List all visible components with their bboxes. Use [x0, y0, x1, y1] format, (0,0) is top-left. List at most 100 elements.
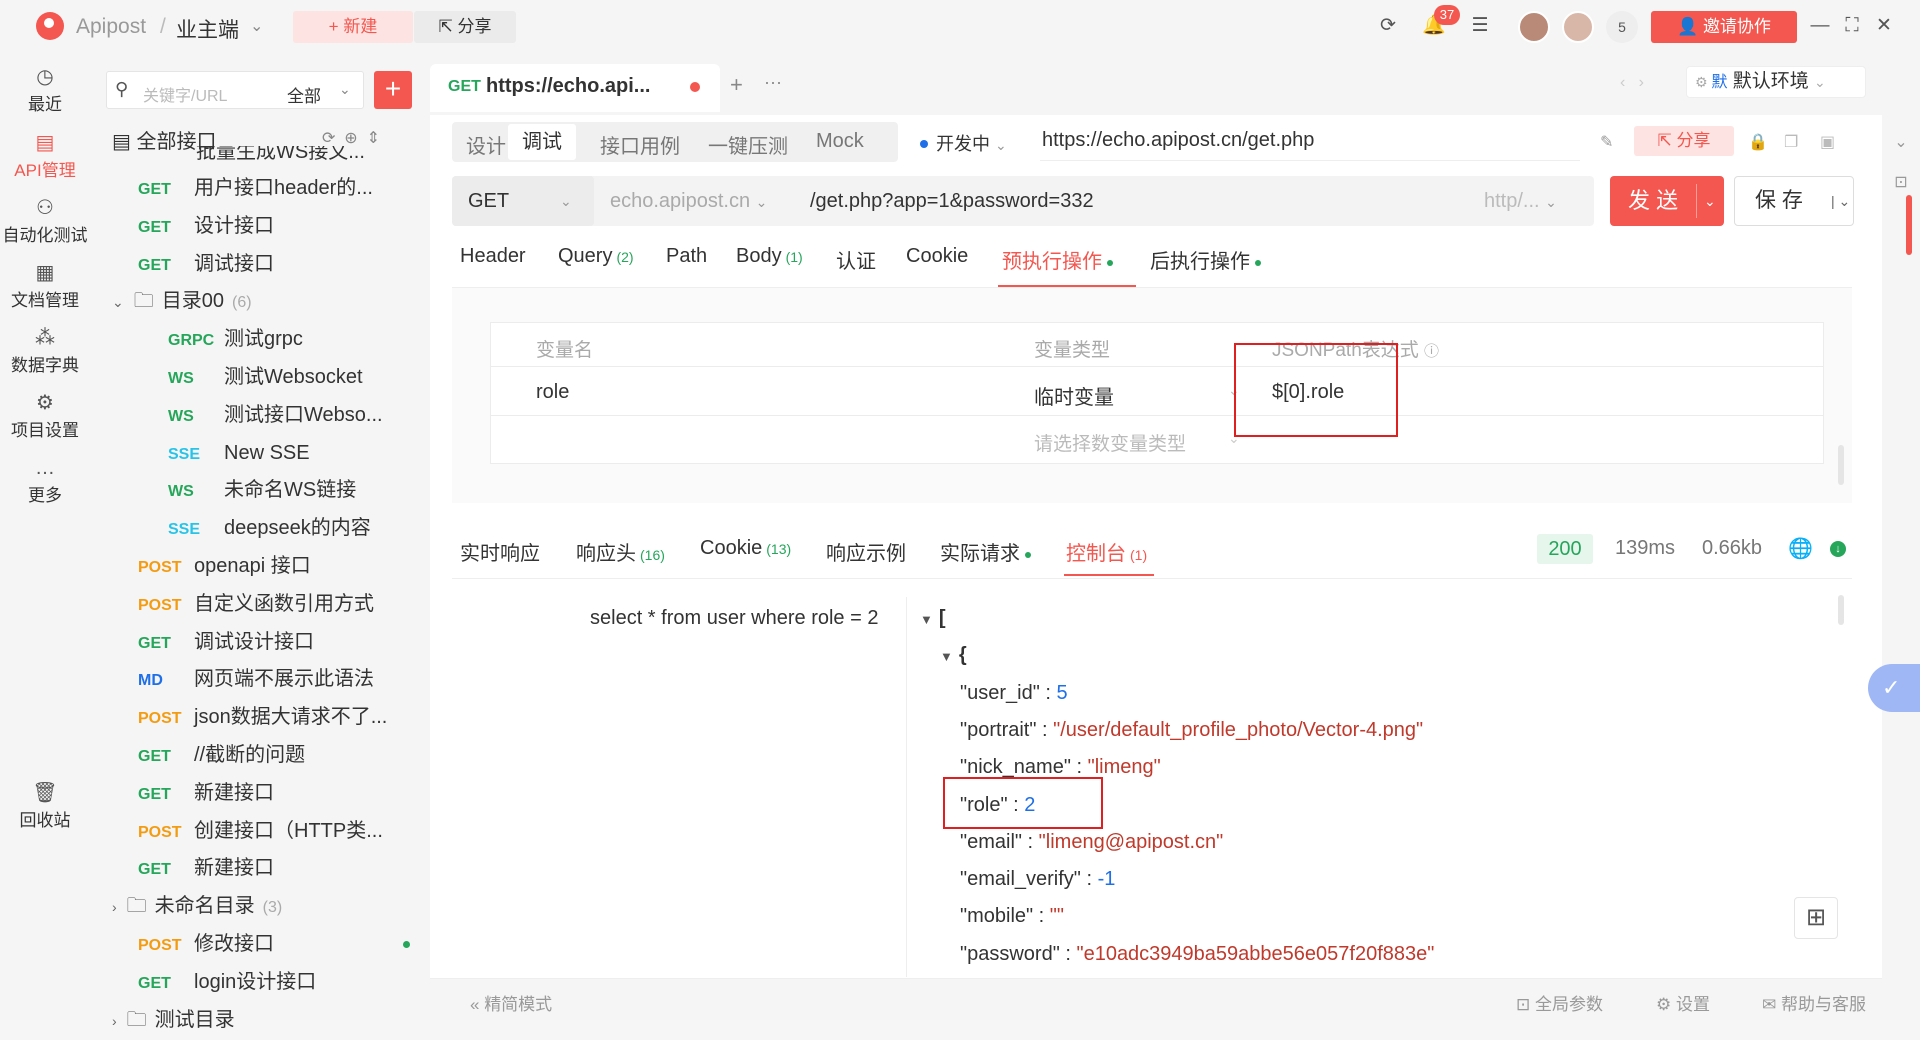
- var-type-placeholder[interactable]: 请选择数变量类型: [1034, 429, 1186, 456]
- close-icon[interactable]: ✕: [1872, 14, 1896, 38]
- lock-icon[interactable]: 🔒: [1748, 132, 1768, 152]
- global-params-button[interactable]: ⊡ 全局参数: [1516, 990, 1603, 1015]
- tree-item[interactable]: GET //截断的问题: [138, 737, 410, 774]
- layout-icon[interactable]: ⊞: [1794, 897, 1838, 939]
- tree-item[interactable]: GET 调试接口: [138, 246, 410, 283]
- add-tab-icon[interactable]: +: [730, 72, 743, 98]
- mode-tab[interactable]: Mock: [816, 130, 864, 153]
- tree-item[interactable]: WS 未命名WS链接: [168, 472, 410, 509]
- response-tab[interactable]: 实时响应: [460, 537, 540, 566]
- tree-item[interactable]: POST 修改接口: [138, 926, 410, 963]
- simple-mode-button[interactable]: « 精简模式: [470, 990, 552, 1015]
- param-tab[interactable]: 后执行操作: [1150, 245, 1261, 274]
- tree-item[interactable]: POST json数据大请求不了...: [138, 699, 410, 736]
- help-icon[interactable]: ⓘ: [1424, 343, 1439, 360]
- mode-tab[interactable]: 接口用例: [600, 130, 680, 159]
- var-type-select[interactable]: 临时变量: [1034, 381, 1114, 410]
- tree-item[interactable]: GRPC 测试grpc: [168, 321, 410, 358]
- settings-button[interactable]: ⚙ 设置: [1656, 990, 1710, 1015]
- edit-icon[interactable]: ✎: [1600, 132, 1613, 152]
- nav-item-clock[interactable]: ◷ 最近: [0, 64, 90, 115]
- param-tab[interactable]: 预执行操作: [1002, 245, 1113, 274]
- avatar[interactable]: [1562, 11, 1594, 43]
- add-api-button[interactable]: +: [374, 71, 412, 109]
- send-button[interactable]: 发 送 ⌄: [1610, 176, 1724, 226]
- more-tabs-icon[interactable]: ···: [764, 72, 782, 93]
- help-button[interactable]: ✉ 帮助与客服: [1762, 990, 1866, 1015]
- environment-select[interactable]: ⚙ 默 默认环境 ⌄: [1686, 66, 1866, 98]
- response-tab[interactable]: 控制台 (1): [1066, 537, 1147, 566]
- url-path-input[interactable]: /get.php?app=1&password=332: [810, 190, 1094, 213]
- new-button[interactable]: + 新建: [293, 11, 413, 43]
- nav-item-more[interactable]: … 更多: [0, 455, 90, 506]
- mode-tab[interactable]: 一键压测: [708, 130, 788, 159]
- chevron-right-icon[interactable]: ›: [112, 899, 117, 915]
- code-icon[interactable]: ⊡: [1888, 170, 1914, 196]
- param-tab[interactable]: Query (2): [558, 245, 634, 268]
- tree-folder[interactable]: › 🗀 测试目录: [112, 1002, 410, 1039]
- param-tab[interactable]: Path: [666, 245, 707, 268]
- list-icon[interactable]: ☰: [1468, 14, 1492, 38]
- tree-item[interactable]: GET 用户接口header的...: [138, 170, 410, 207]
- method-select[interactable]: GET ⌄: [452, 176, 594, 226]
- tab-nav-arrows[interactable]: ‹ ›: [1620, 74, 1644, 92]
- response-tab[interactable]: 响应头 (16): [576, 537, 665, 566]
- nav-item-trash[interactable]: 🗑 回收站: [0, 780, 90, 831]
- nav-item-settings[interactable]: ⚙ 项目设置: [0, 390, 90, 441]
- member-count[interactable]: 5: [1606, 11, 1638, 43]
- chevron-down-icon[interactable]: ⌄: [339, 81, 351, 98]
- save-button[interactable]: 保 存 | ⌄: [1734, 176, 1854, 226]
- nav-item-dictionary[interactable]: ⁂ 数据字典: [0, 325, 90, 376]
- share-button[interactable]: ⇱ 分享: [414, 11, 516, 43]
- chevron-down-icon[interactable]: ⌄: [250, 16, 263, 36]
- filter-select[interactable]: 全部: [287, 82, 321, 107]
- scrollbar[interactable]: [1838, 595, 1844, 625]
- response-tab[interactable]: Cookie (13): [700, 537, 791, 560]
- avatar[interactable]: [1518, 11, 1550, 43]
- search-box[interactable]: ⚲ 关键字/URL 全部 ⌄: [106, 71, 364, 109]
- tree-item[interactable]: MD 网页端不展示此语法: [138, 661, 410, 698]
- param-tab[interactable]: Body (1): [736, 245, 803, 268]
- nav-item-automation[interactable]: ⚇ 自动化测试: [0, 195, 90, 246]
- tree-item[interactable]: WS 测试Websocket: [168, 359, 410, 396]
- globe-icon[interactable]: 🌐: [1788, 536, 1813, 561]
- tree-item[interactable]: GET 调试设计接口: [138, 624, 410, 661]
- minimize-icon[interactable]: —: [1808, 14, 1832, 38]
- invite-button[interactable]: 👤 邀请协作: [1651, 11, 1797, 43]
- tree-item[interactable]: GET login设计接口: [138, 964, 410, 1001]
- tree-tools[interactable]: ⟳ ⊕ ⇕: [322, 128, 380, 148]
- var-name-input[interactable]: role: [536, 381, 569, 404]
- check-icon[interactable]: ⌄: [1888, 130, 1914, 156]
- chevron-right-icon[interactable]: ›: [112, 1013, 117, 1029]
- copy-icon[interactable]: ❐: [1784, 132, 1798, 152]
- tree-item[interactable]: SSE deepseek的内容: [168, 510, 410, 547]
- scrollbar[interactable]: [1838, 445, 1844, 485]
- protocol-select[interactable]: http/... ⌄: [1484, 190, 1557, 213]
- status-select[interactable]: 开发中 ⌄: [936, 130, 1007, 156]
- tree-item[interactable]: POST 自定义函数引用方式: [138, 586, 410, 623]
- mode-tab[interactable]: 调试: [508, 124, 576, 160]
- param-tab[interactable]: Cookie: [906, 245, 968, 268]
- chevron-down-icon[interactable]: ⌄: [1704, 176, 1716, 226]
- share-request-button[interactable]: ⇱ 分享: [1634, 126, 1734, 156]
- nav-item-document[interactable]: ▦ 文档管理: [0, 260, 90, 311]
- maximize-icon[interactable]: ⛶: [1840, 14, 1864, 38]
- tree-item[interactable]: GET 设计接口: [138, 208, 410, 245]
- tree-folder[interactable]: › 🗀 未命名目录 (3): [112, 888, 410, 925]
- host-select[interactable]: echo.apipost.cn ⌄: [610, 190, 767, 213]
- tree-item[interactable]: WS 测试接口Webso...: [168, 397, 410, 434]
- chevron-down-icon[interactable]: ⌄: [112, 294, 124, 310]
- tree-item[interactable]: GET 新建接口: [138, 775, 410, 812]
- search-input[interactable]: 关键字/URL: [143, 82, 227, 106]
- tree-partial-item[interactable]: 批量生成WS接文...: [196, 146, 365, 166]
- param-tab[interactable]: 认证: [836, 245, 876, 274]
- tree-item[interactable]: GET 新建接口: [138, 850, 410, 887]
- download-icon[interactable]: ↓: [1830, 541, 1846, 557]
- chevron-down-icon[interactable]: | ⌄: [1831, 177, 1850, 225]
- tree-item[interactable]: POST openapi 接口: [138, 548, 410, 585]
- mode-tab[interactable]: 设计: [466, 130, 506, 159]
- tree-item[interactable]: POST 创建接口（HTTP类...: [138, 813, 410, 850]
- nav-item-api[interactable]: ▤ API管理: [0, 130, 90, 181]
- sync-icon[interactable]: ⟳: [1376, 14, 1400, 38]
- param-tab[interactable]: Header: [460, 245, 526, 268]
